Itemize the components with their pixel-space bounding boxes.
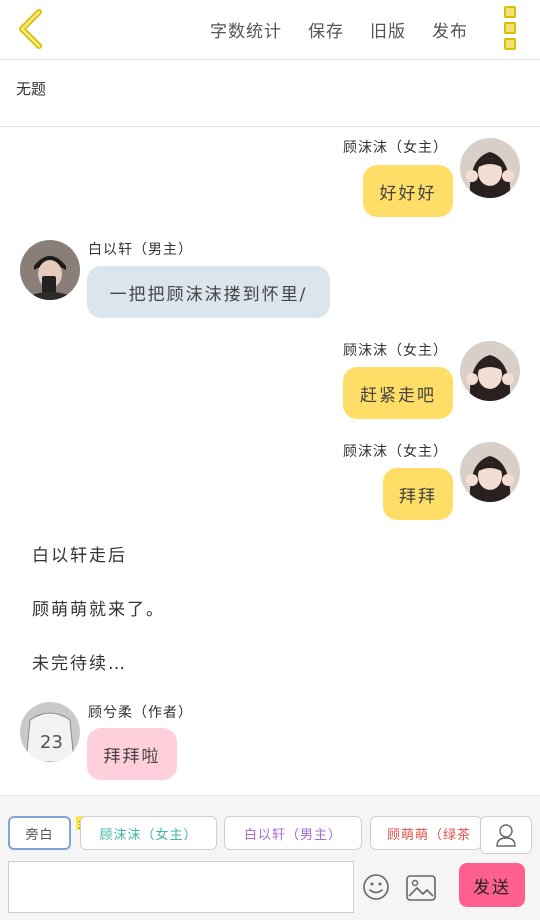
message-sender: 白以轩（男主） bbox=[88, 242, 193, 258]
message-bubble[interactable]: 一把把顾沫沫搂到怀里/ bbox=[87, 266, 330, 318]
save-button[interactable]: 保存 bbox=[308, 17, 344, 42]
role-narration[interactable]: 旁白 bbox=[8, 816, 71, 850]
avatar-heroine[interactable] bbox=[460, 138, 520, 198]
narration-line[interactable]: 白以轩走后 bbox=[32, 541, 127, 566]
top-actions: 字数统计 保存 旧版 发布 bbox=[210, 0, 468, 58]
message-sender: 顾兮柔（作者） bbox=[88, 705, 193, 721]
send-button[interactable]: 发送 bbox=[459, 863, 525, 907]
narration-line[interactable]: 未完待续… bbox=[32, 649, 127, 674]
role-selector-bar: 旁白 主 顾沫沫（女主） 白以轩（男主） 顾萌萌（绿茶 bbox=[0, 795, 540, 857]
message-bubble[interactable]: 赶紧走吧 bbox=[343, 367, 453, 419]
more-icon[interactable] bbox=[502, 6, 518, 50]
svg-text:23: 23 bbox=[40, 732, 63, 753]
old-version-button[interactable]: 旧版 bbox=[370, 17, 406, 42]
message-bubble[interactable]: 好好好 bbox=[363, 165, 453, 217]
avatar-author[interactable]: 23 bbox=[20, 702, 80, 762]
add-role-button[interactable] bbox=[480, 816, 532, 854]
user-icon bbox=[496, 824, 516, 847]
message-sender: 顾沫沫（女主） bbox=[343, 343, 448, 359]
word-count-button[interactable]: 字数统计 bbox=[210, 17, 282, 42]
back-button[interactable] bbox=[10, 6, 50, 52]
message-bubble[interactable]: 拜拜 bbox=[383, 468, 453, 520]
message-bubble[interactable]: 拜拜啦 bbox=[87, 728, 177, 780]
top-bar: 字数统计 保存 旧版 发布 bbox=[0, 0, 540, 60]
input-bar: 发送 bbox=[0, 857, 540, 920]
chat-area[interactable]: 顾沫沫（女主） 好好好 白以轩（男主） 一把把顾沫沫搂到怀里/ 顾沫沫（女主） bbox=[0, 127, 540, 795]
role-heroine[interactable]: 顾沫沫（女主） bbox=[80, 816, 217, 850]
title-bar[interactable]: 无题 bbox=[0, 60, 540, 127]
message-sender: 顾沫沫（女主） bbox=[343, 444, 448, 460]
image-icon[interactable] bbox=[406, 875, 436, 901]
avatar-heroine[interactable] bbox=[460, 442, 520, 502]
back-chevron-icon bbox=[19, 9, 42, 49]
publish-button[interactable]: 发布 bbox=[432, 17, 468, 42]
avatar-heroine[interactable] bbox=[460, 341, 520, 401]
role-hero[interactable]: 白以轩（男主） bbox=[224, 816, 362, 850]
emoji-icon[interactable] bbox=[362, 873, 390, 901]
avatar-hero[interactable] bbox=[20, 240, 80, 300]
role-side[interactable]: 顾萌萌（绿茶 bbox=[370, 816, 482, 850]
message-input[interactable] bbox=[8, 861, 354, 913]
story-title: 无题 bbox=[16, 80, 47, 98]
narration-line[interactable]: 顾萌萌就来了。 bbox=[32, 595, 165, 620]
message-sender: 顾沫沫（女主） bbox=[343, 140, 448, 156]
